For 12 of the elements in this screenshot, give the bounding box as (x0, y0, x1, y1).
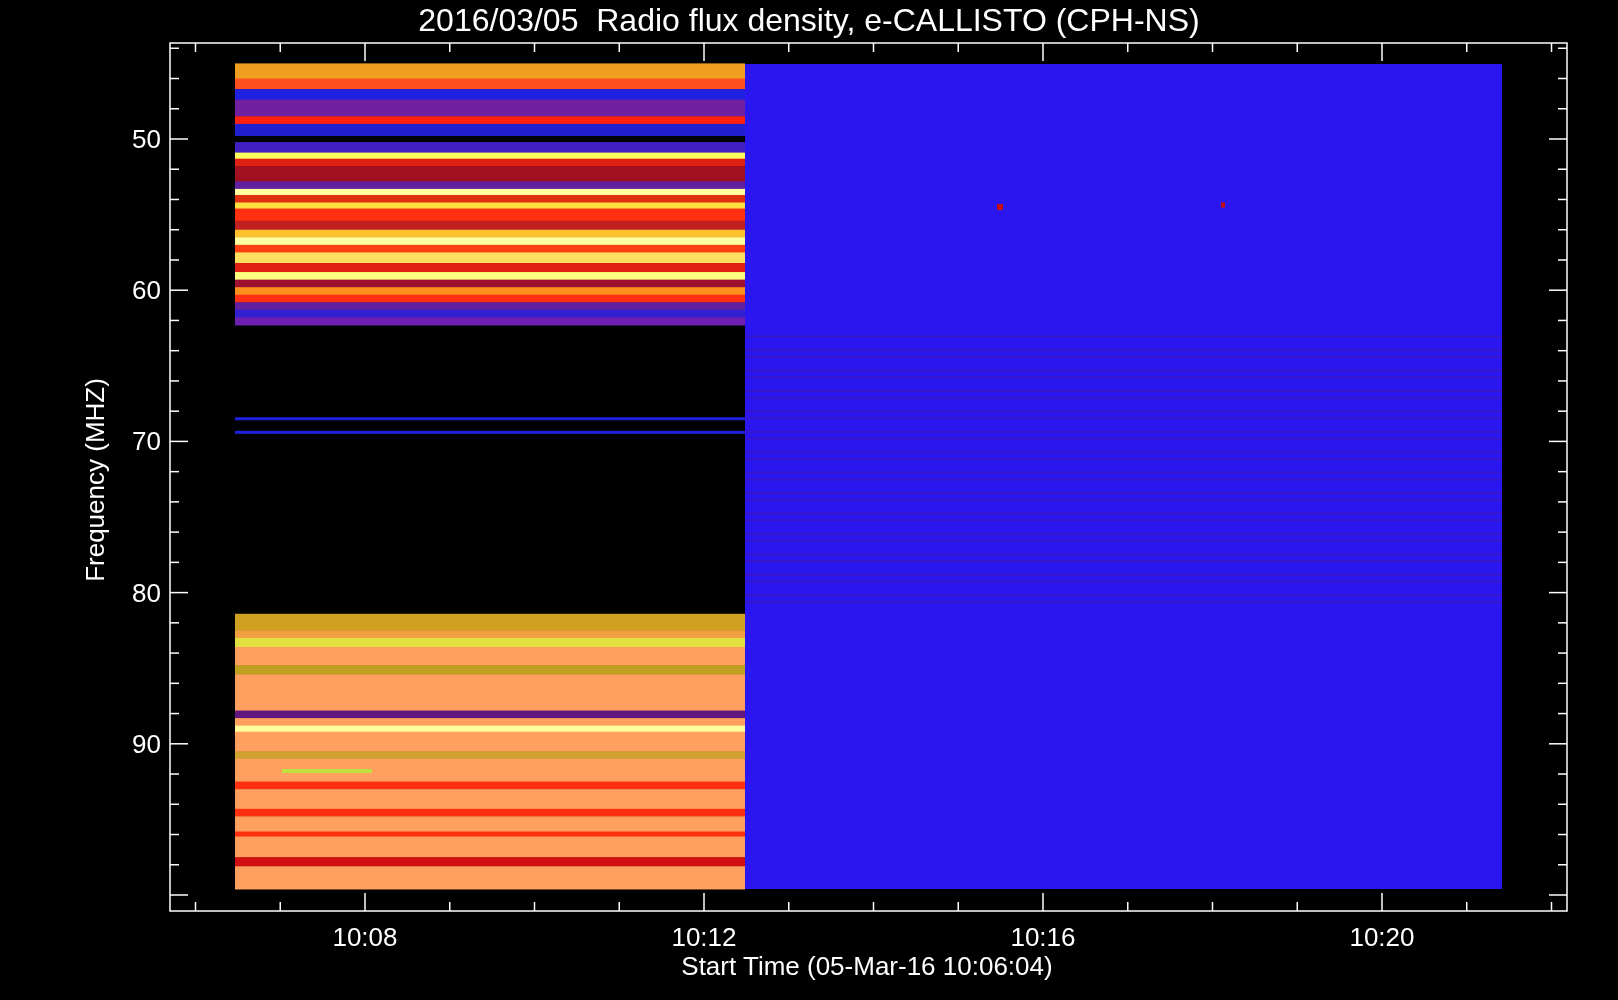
x-axis-tick-label: 10:12 (671, 922, 737, 952)
y-axis-tick-label: 90 (132, 728, 161, 759)
y-axis-tick-label: 80 (132, 577, 161, 608)
x-axis-tick-label: 10:08 (332, 922, 398, 952)
y-axis-tick-label: 60 (132, 275, 161, 306)
x-axis-tick-label: 10:20 (1349, 922, 1415, 952)
chart-title: 2016/03/05 Radio flux density, e-CALLISTO (CPH-NS) (418, 2, 1200, 38)
y-axis-tick-label: 70 (132, 426, 161, 457)
x-axis-tick-label: 10:16 (1010, 922, 1076, 952)
y-axis-label: Frequency (MHZ) (80, 378, 110, 582)
x-axis-label: Start Time (05-Mar-16 10:06:04) (681, 951, 1053, 981)
y-axis-tick-label: 50 (132, 124, 161, 154)
